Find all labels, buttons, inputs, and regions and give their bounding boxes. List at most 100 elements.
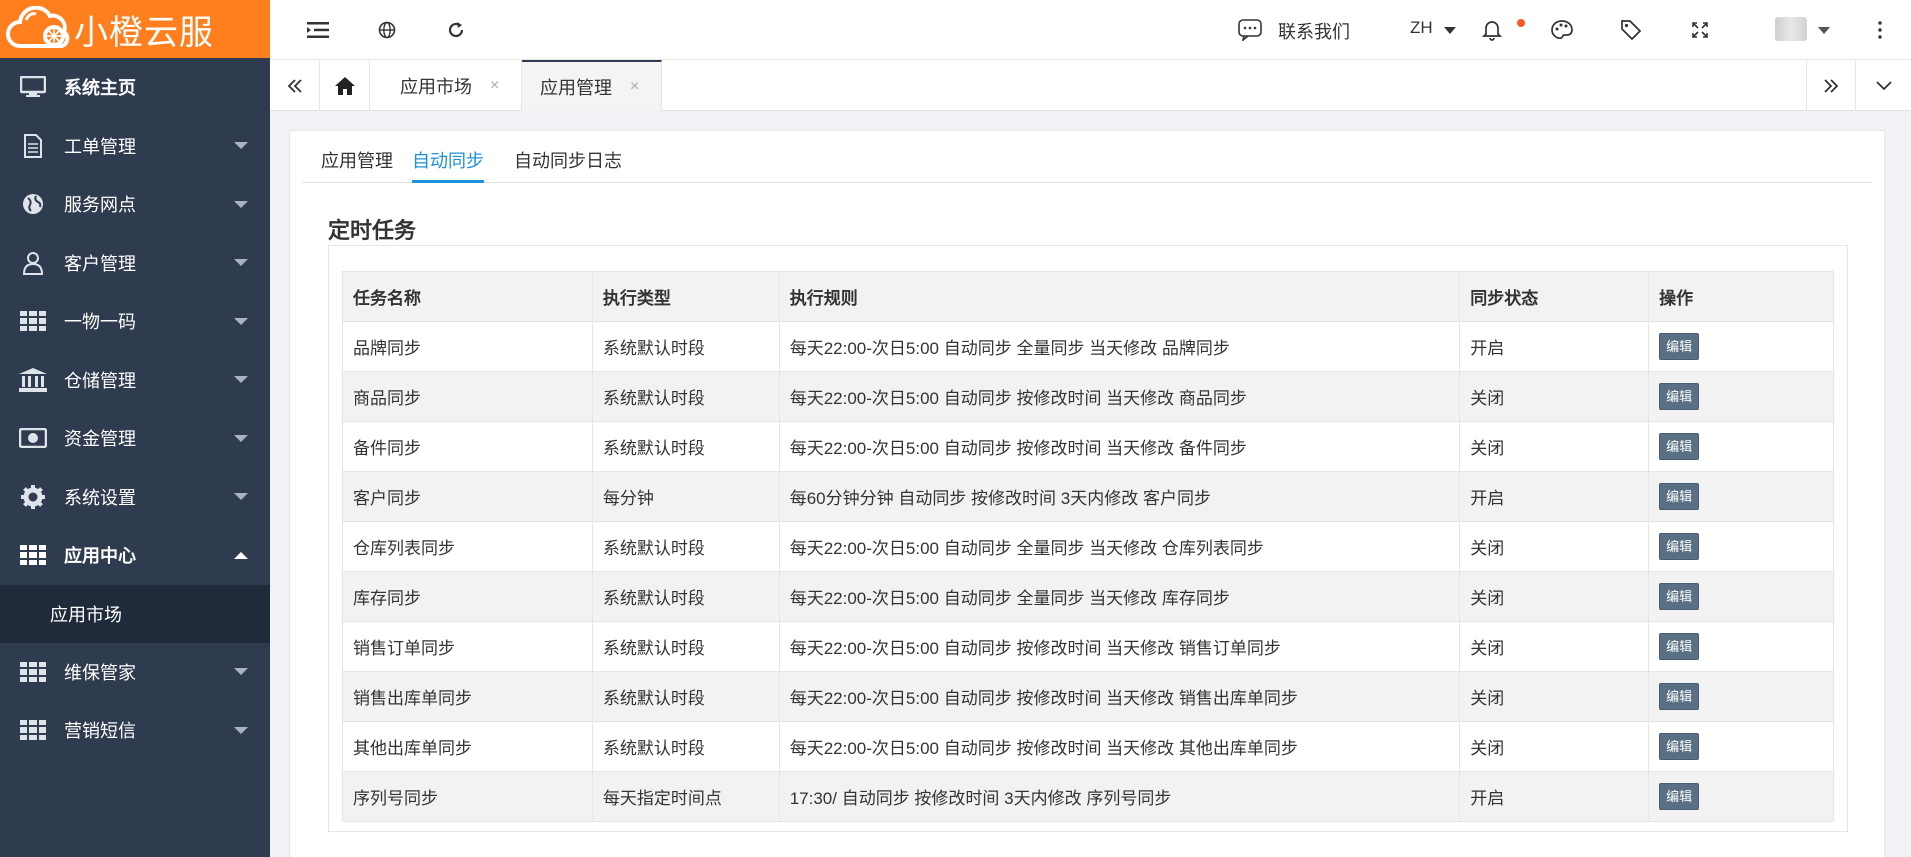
sync-status: 开启 bbox=[1459, 321, 1650, 372]
exec-type: 系统默认时段 bbox=[591, 421, 780, 472]
bell-icon[interactable] bbox=[1478, 16, 1506, 44]
sync-status: 开启 bbox=[1459, 471, 1650, 522]
task-name: 品牌同步 bbox=[342, 321, 593, 372]
edit-button[interactable]: 编辑 bbox=[1659, 383, 1700, 410]
subtab-auto-sync[interactable]: 自动同步 bbox=[412, 147, 484, 173]
tab-label: 应用市场 bbox=[400, 76, 472, 97]
exec-rule: 每天22:00-次日5:00 自动同步 按修改时间 当天修改 销售出库单同步 bbox=[778, 671, 1461, 722]
task-name: 客户同步 bbox=[342, 471, 593, 522]
sidebar-item-customers[interactable]: 客户管理 bbox=[0, 234, 270, 293]
edit-button[interactable]: 编辑 bbox=[1659, 333, 1700, 360]
sidebar-item-label: 维保管家 bbox=[64, 662, 136, 683]
page-tabs-bar: 应用市场 × 应用管理 × bbox=[270, 60, 1911, 111]
actions-cell: 编辑 bbox=[1648, 471, 1834, 522]
home-icon bbox=[334, 76, 355, 95]
sync-status: 开启 bbox=[1459, 771, 1650, 822]
sidebar-item-one-code[interactable]: 一物一码 bbox=[0, 292, 270, 351]
chevron-down-icon bbox=[234, 376, 248, 384]
table-row: 序列号同步 每天指定时间点 17:30/ 自动同步 按修改时间 3天内修改 序列号同… bbox=[342, 771, 1834, 822]
palette-icon[interactable] bbox=[1548, 16, 1576, 44]
gear-icon bbox=[18, 484, 48, 510]
chevron-up-icon bbox=[234, 551, 248, 559]
tabs-menu-button[interactable] bbox=[1856, 60, 1911, 111]
chat-icon[interactable] bbox=[1236, 16, 1264, 44]
active-subtab-indicator bbox=[412, 180, 484, 183]
sidebar-item-warehouse[interactable]: 仓储管理 bbox=[0, 351, 270, 410]
chevron-down-icon bbox=[234, 668, 248, 676]
sidebar-item-settings[interactable]: 系统设置 bbox=[0, 468, 270, 527]
top-bar: 联系我们 ZH bbox=[270, 0, 1911, 60]
sidebar-item-maintenance[interactable]: 维保管家 bbox=[0, 643, 270, 702]
edit-button[interactable]: 编辑 bbox=[1659, 483, 1700, 510]
edit-button[interactable]: 编辑 bbox=[1659, 583, 1700, 610]
tag-icon[interactable] bbox=[1617, 16, 1645, 44]
sync-status: 关闭 bbox=[1459, 721, 1650, 772]
globe-icon[interactable] bbox=[373, 16, 401, 44]
actions-cell: 编辑 bbox=[1648, 571, 1834, 622]
chevron-down-icon bbox=[234, 726, 248, 734]
close-icon[interactable]: × bbox=[630, 78, 639, 96]
subtab-auto-sync-log[interactable]: 自动同步日志 bbox=[514, 147, 622, 173]
sidebar-item-label: 营销短信 bbox=[64, 721, 136, 742]
exec-rule: 每天22:00-次日5:00 自动同步 全量同步 当天修改 仓库列表同步 bbox=[778, 521, 1461, 572]
tab-app-market[interactable]: 应用市场 × bbox=[370, 60, 522, 111]
refresh-icon[interactable] bbox=[442, 16, 470, 44]
actions-cell: 编辑 bbox=[1648, 771, 1834, 822]
language-selector[interactable]: ZH bbox=[1410, 18, 1433, 38]
exec-type: 系统默认时段 bbox=[591, 321, 780, 372]
sync-status: 关闭 bbox=[1459, 621, 1650, 672]
table-row: 销售订单同步 系统默认时段 每天22:00-次日5:00 自动同步 按修改时间 当天… bbox=[342, 621, 1834, 672]
sidebar-item-home[interactable]: 系统主页 bbox=[0, 58, 270, 117]
fullscreen-icon[interactable] bbox=[1686, 16, 1714, 44]
table-row: 商品同步 系统默认时段 每天22:00-次日5:00 自动同步 按修改时间 当天修改… bbox=[342, 371, 1834, 422]
sidebar-subitem-app-market[interactable]: 应用市场 bbox=[0, 584, 270, 643]
sidebar-item-sms-marketing[interactable]: 营销短信 bbox=[0, 701, 270, 760]
tabs-scroll-right-button[interactable] bbox=[1806, 60, 1856, 111]
actions-cell: 编辑 bbox=[1648, 521, 1834, 572]
table-row: 库存同步 系统默认时段 每天22:00-次日5:00 自动同步 全量同步 当天修改 … bbox=[342, 571, 1834, 622]
menu-collapse-icon[interactable] bbox=[304, 16, 332, 44]
exec-type: 系统默认时段 bbox=[591, 521, 780, 572]
chevron-down-icon bbox=[234, 259, 248, 267]
sidebar-item-app-center[interactable]: 应用中心 bbox=[0, 526, 270, 585]
task-name: 序列号同步 bbox=[342, 771, 593, 822]
sidebar-item-service-points[interactable]: 服务网点 bbox=[0, 175, 270, 234]
sidebar-item-funds[interactable]: 资金管理 bbox=[0, 409, 270, 468]
table-row: 客户同步 每分钟 每60分钟分钟 自动同步 按修改时间 3天内修改 客户同步 开启 编辑 bbox=[342, 471, 1834, 522]
close-icon[interactable]: × bbox=[490, 77, 499, 95]
sync-status: 关闭 bbox=[1459, 371, 1650, 422]
actions-cell: 编辑 bbox=[1648, 621, 1834, 672]
double-chevron-right-icon bbox=[1824, 78, 1839, 93]
chevron-down-icon bbox=[234, 434, 248, 442]
orange-cloud-logo-icon bbox=[6, 6, 70, 48]
edit-button[interactable]: 编辑 bbox=[1659, 433, 1700, 460]
chevron-down-icon bbox=[234, 493, 248, 501]
edit-button[interactable]: 编辑 bbox=[1659, 633, 1700, 660]
tab-app-management[interactable]: 应用管理 × bbox=[522, 60, 662, 111]
task-name: 备件同步 bbox=[342, 421, 593, 472]
monitor-icon bbox=[18, 74, 48, 100]
user-icon bbox=[18, 250, 48, 276]
avatar[interactable] bbox=[1775, 17, 1807, 41]
exec-rule: 17:30/ 自动同步 按修改时间 3天内修改 序列号同步 bbox=[778, 771, 1461, 822]
bank-icon bbox=[18, 367, 48, 393]
more-vertical-icon[interactable] bbox=[1866, 16, 1894, 44]
sync-status: 关闭 bbox=[1459, 571, 1650, 622]
edit-button[interactable]: 编辑 bbox=[1659, 533, 1700, 560]
contact-us-link[interactable]: 联系我们 bbox=[1278, 18, 1350, 44]
table-header-row: 任务名称 执行类型 执行规则 同步状态 操作 bbox=[342, 271, 1834, 322]
home-tab[interactable] bbox=[320, 60, 370, 111]
table-row: 销售出库单同步 系统默认时段 每天22:00-次日5:00 自动同步 按修改时间 当… bbox=[342, 671, 1834, 722]
edit-button[interactable]: 编辑 bbox=[1659, 683, 1700, 710]
edit-button[interactable]: 编辑 bbox=[1659, 733, 1700, 760]
logo[interactable]: 小橙云服 bbox=[0, 0, 270, 58]
tabs-scroll-left-button[interactable] bbox=[270, 60, 320, 111]
edit-button[interactable]: 编辑 bbox=[1659, 783, 1700, 810]
sidebar-item-work-orders[interactable]: 工单管理 bbox=[0, 117, 270, 176]
subtab-app-management[interactable]: 应用管理 bbox=[321, 147, 393, 173]
task-name: 商品同步 bbox=[342, 371, 593, 422]
exec-rule: 每天22:00-次日5:00 自动同步 按修改时间 当天修改 销售订单同步 bbox=[778, 621, 1461, 672]
sidebar-item-label: 客户管理 bbox=[64, 253, 136, 274]
document-icon bbox=[18, 133, 48, 159]
money-icon bbox=[18, 425, 48, 451]
